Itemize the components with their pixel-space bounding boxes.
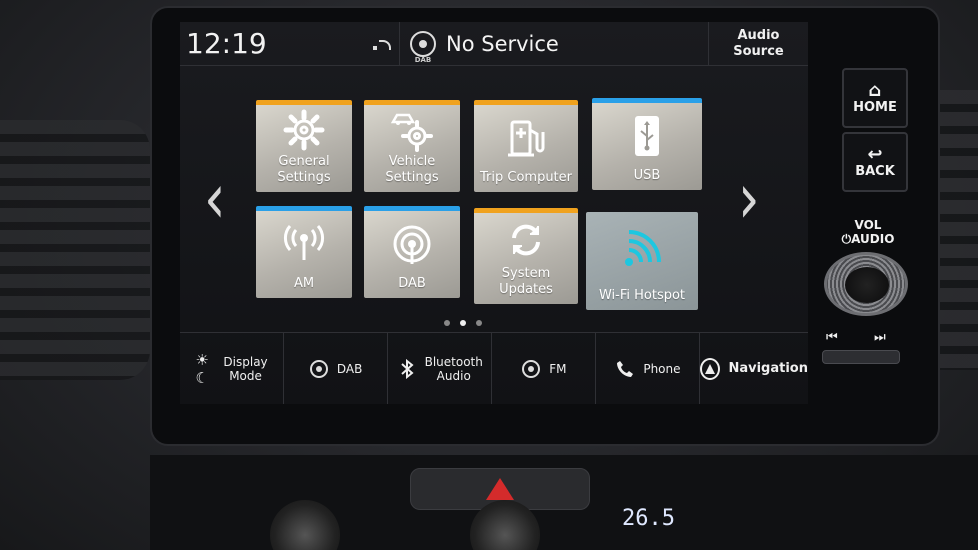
usb-icon: [592, 103, 702, 168]
tile-label: Wi-Fi Hotspot: [598, 288, 686, 303]
home-button[interactable]: ⌂ HOME: [842, 68, 908, 128]
bb-label: Display Mode: [223, 354, 268, 383]
left-air-vent: [0, 120, 150, 380]
tile-label: Trip Computer: [480, 170, 572, 185]
tile-dab[interactable]: DAB: [364, 206, 460, 298]
status-indicators: [270, 22, 400, 65]
fm-icon: [521, 359, 541, 379]
bottom-shortcut-bar: ☀☾ Display Mode DAB Bluetooth Audio FM P…: [180, 332, 808, 404]
prev-page-arrow[interactable]: ‹: [204, 163, 226, 234]
tile-vehicle-settings[interactable]: Vehicle Settings: [364, 100, 460, 192]
tile-am[interactable]: AM: [256, 206, 352, 298]
page-dot: [444, 320, 450, 326]
bb-label: Navigation: [728, 360, 808, 376]
am-antenna-icon: [256, 211, 352, 276]
temperature-readout: 26.5: [622, 506, 675, 531]
status-bar: 12:19 DAB No Service Audio Source: [180, 22, 808, 66]
fm-shortcut-button[interactable]: FM: [492, 333, 597, 404]
back-label: BACK: [855, 163, 895, 179]
phone-icon: [615, 359, 635, 379]
phone-button[interactable]: Phone: [596, 333, 701, 404]
tile-label: General Settings: [277, 154, 331, 185]
dab-icon: [309, 359, 329, 379]
vol-audio-label: VOL ⏻AUDIO: [841, 218, 895, 246]
tile-label: AM: [293, 276, 315, 291]
station-name: No Service: [446, 31, 559, 56]
signal-icon: [373, 38, 391, 50]
navigation-icon: [700, 357, 721, 380]
infotainment-screen: 12:19 DAB No Service Audio Source ‹ › Ge…: [180, 22, 808, 404]
tile-wifi-hotspot[interactable]: Wi-Fi Hotspot: [586, 212, 698, 310]
navigation-button[interactable]: Navigation: [700, 333, 808, 404]
page-indicator: [444, 320, 482, 326]
skip-rocker[interactable]: [822, 350, 900, 364]
bb-label: Bluetooth Audio: [424, 354, 483, 383]
next-page-arrow[interactable]: ›: [738, 163, 760, 234]
home-label: HOME: [853, 99, 897, 115]
bb-label: DAB: [336, 361, 363, 376]
skip-back-button[interactable]: ⏮: [826, 330, 838, 345]
clock: 12:19: [186, 27, 267, 60]
bb-label: Phone: [643, 361, 681, 376]
gear-icon: [256, 105, 352, 154]
dab-icon: DAB: [410, 30, 436, 64]
tile-label: System Updates: [499, 266, 553, 297]
back-button[interactable]: ↩ BACK: [842, 132, 908, 192]
tile-system-updates[interactable]: System Updates: [474, 208, 578, 304]
now-playing[interactable]: DAB No Service: [400, 22, 708, 65]
dab-icon: [364, 211, 460, 276]
skip-forward-button[interactable]: ⏭: [874, 330, 886, 345]
tile-general-settings[interactable]: General Settings: [256, 100, 352, 192]
bluetooth-icon: [397, 358, 417, 379]
bb-label: FM: [549, 361, 567, 376]
tile-label: USB: [633, 168, 661, 183]
bluetooth-audio-button[interactable]: Bluetooth Audio: [388, 333, 493, 404]
home-icon: ⌂: [868, 79, 882, 101]
back-icon: ↩: [867, 143, 883, 165]
tile-label: Vehicle Settings: [385, 154, 439, 185]
audio-source-button[interactable]: Audio Source: [708, 22, 808, 65]
car-gear-icon: [364, 105, 460, 154]
fuel-pump-icon: [474, 105, 578, 170]
page-dot: [476, 320, 482, 326]
volume-knob[interactable]: [824, 252, 908, 316]
tile-label: DAB: [398, 276, 426, 291]
display-mode-icon: ☀☾: [195, 350, 209, 387]
refresh-icon: [474, 213, 578, 266]
tile-usb[interactable]: USB: [592, 98, 702, 190]
wifi-icon: [586, 212, 698, 288]
hazard-icon: [486, 478, 514, 500]
page-dot-active: [460, 320, 466, 326]
dab-shortcut-button[interactable]: DAB: [284, 333, 389, 404]
display-mode-button[interactable]: ☀☾ Display Mode: [180, 333, 285, 404]
tile-trip-computer[interactable]: Trip Computer: [474, 100, 578, 192]
